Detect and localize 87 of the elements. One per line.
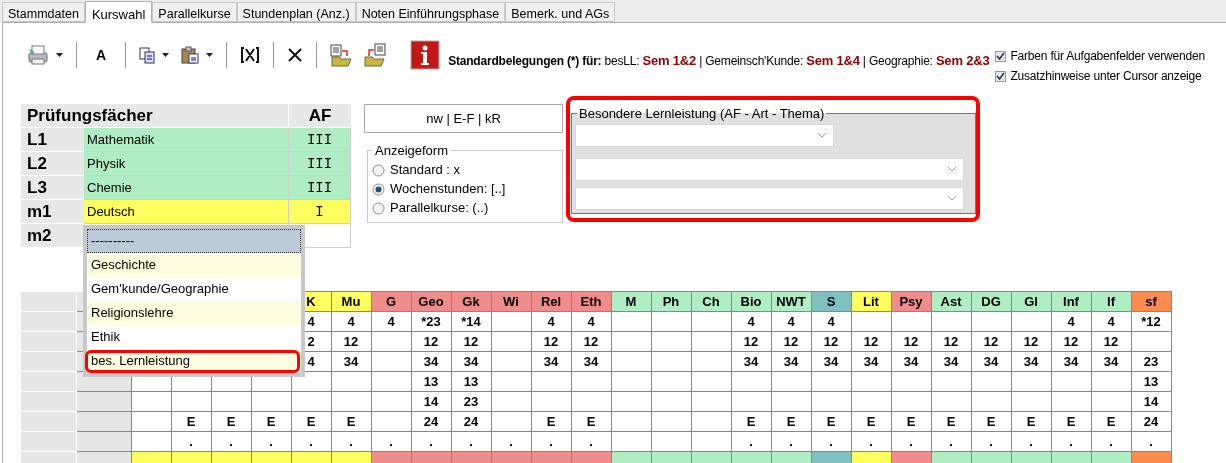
table-cell: III [289,176,351,200]
dropdown-field[interactable] [575,123,834,147]
column-header: Psy [891,291,931,312]
close-icon[interactable] [286,46,305,64]
font-button[interactable]: A [94,44,109,66]
tab[interactable]: Noten Einführungsphase [355,2,506,22]
table-cell: I [289,200,351,224]
column-header: Gk [451,291,491,312]
tab[interactable]: Stammdaten [2,2,85,22]
column-header: Eth [571,291,611,312]
column-header: Mu [331,291,371,312]
dropdown-button[interactable] [26,44,64,66]
list-option[interactable]: Ethik [87,325,301,349]
row-header-cell [21,311,76,332]
row-header-cell: L3 [21,176,84,200]
printer-icon[interactable] [26,44,50,66]
radio-button[interactable] [372,201,385,215]
column-header: Bio [731,291,771,312]
table-cell: Deutsch [84,200,289,224]
dropdown-field[interactable] [575,186,964,210]
column-header: Rel [531,291,571,312]
tab[interactable]: Stundenplan (Anz.) [236,2,356,22]
column-header: Geo [411,291,451,312]
row-header-cell: m2 [21,224,84,248]
column-header: DG [971,291,1011,312]
column-header: Gl [1011,291,1051,312]
tab[interactable]: Parallelkurse [152,2,237,22]
summary-box: nw | E-F | kR [364,104,563,133]
column-header: Lit [851,291,891,312]
table-cell: Mathematik [84,128,289,152]
chevron-icon [947,166,957,172]
table-cell: III [289,152,351,176]
folder-document-icon[interactable] [363,43,388,67]
tab[interactable]: Kurswahl [84,1,153,23]
column-header: AF [289,104,351,128]
group-label: Besondere Lernleistung (AF - Art - Thema) [578,105,826,123]
list-option[interactable]: ---------- [87,229,301,253]
row-header-cell [21,331,76,352]
defaults-note: Standardbelegungen (*) für: besLL: Sem 1&2 | Gemeinsch'Kunde: Sem 1&4 | Geographie: Sem 2&3 [448,52,990,71]
row-header-cell [21,351,76,372]
tab[interactable]: Bemerk. und AGs [505,2,616,22]
column-header: If [1091,291,1131,312]
checkbox[interactable] [995,50,1007,62]
row-header-cell: m1 [21,200,84,224]
dropdown-button[interactable] [138,46,171,64]
column-header: sf [1131,291,1171,312]
column-header: S [811,291,851,312]
option-label: Zusatzhinweise unter Cursor anzeige [1010,68,1202,85]
table-cell: Chemie [84,176,289,200]
row-header-cell [21,291,76,312]
row-header-cell [21,371,76,392]
chevron-icon [947,195,957,201]
info-icon[interactable] [410,40,441,70]
row-header-cell [21,411,76,432]
table-cell: Physik [84,152,289,176]
column-header: Wi [491,291,531,312]
radio-button[interactable] [372,163,385,177]
chevron-icon [817,132,827,138]
list-option[interactable]: Geschichte [87,253,301,277]
bracket-x-icon[interactable] [239,45,262,65]
dropdown-field[interactable] [575,157,964,181]
dropdown-button[interactable] [180,45,215,65]
column-header: Inf [1051,291,1091,312]
copy-icon[interactable] [138,46,157,64]
list-option[interactable]: Religionslehre [87,301,301,325]
column-header: NWT [771,291,811,312]
column-header: M [611,291,651,312]
column-header: G [371,291,411,312]
column-header: Ch [691,291,731,312]
radio-option[interactable]: Parallelkurse: (..) [372,198,558,218]
clipboard-icon[interactable] [180,45,201,65]
table-cell: III [289,128,351,152]
radio-button[interactable] [372,182,385,196]
list-option[interactable]: Gem'kunde/Geographie [87,277,301,301]
column-header: Prüfungsfächer [21,104,289,128]
row-header-cell: L2 [21,152,84,176]
radio-option[interactable]: Wochenstunden: [..] [372,179,558,199]
row-header-cell: L1 [21,128,84,152]
row-header-cell [21,431,76,452]
radio-option[interactable]: Standard : x [372,160,558,180]
group-label: Anzeigeform [374,142,449,160]
column-header: Ph [651,291,691,312]
column-header: Ast [931,291,971,312]
checkbox[interactable] [995,70,1007,82]
row-header-cell [21,391,76,412]
option-label: Farben für Aufgabenfelder verwenden [1010,48,1205,65]
folder-document-icon[interactable] [329,43,354,67]
